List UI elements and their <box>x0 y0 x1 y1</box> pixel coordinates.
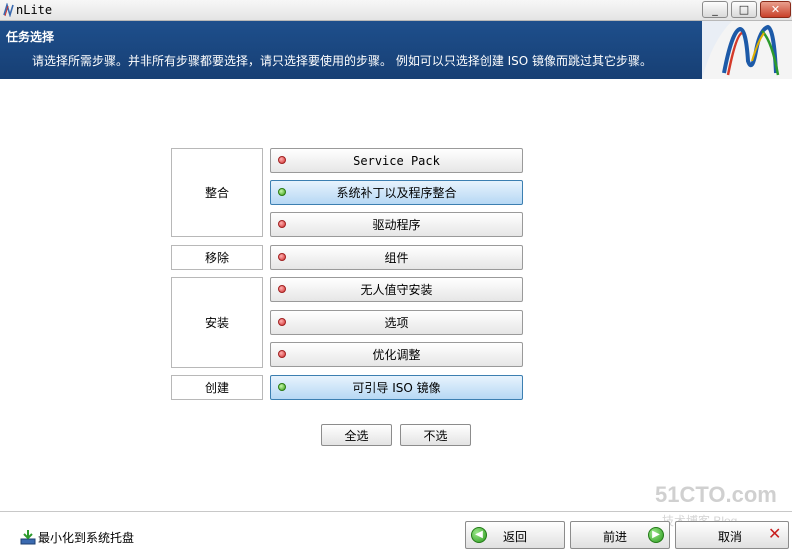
task-options-button[interactable]: 选项 <box>270 310 523 335</box>
select-all-button[interactable]: 全选 <box>321 424 392 446</box>
back-arrow-icon: ◀ <box>471 527 487 543</box>
status-dot-icon <box>278 318 286 326</box>
task-drivers-button[interactable]: 驱动程序 <box>270 212 523 237</box>
back-label: 返回 <box>503 530 528 544</box>
task-components-button[interactable]: 组件 <box>270 245 523 270</box>
nlite-logo-icon <box>702 21 792 79</box>
status-dot-icon <box>278 350 286 358</box>
cancel-x-icon: ✕ <box>768 524 782 543</box>
task-label: 驱动程序 <box>372 218 421 232</box>
page-title: 任务选择 <box>6 30 55 44</box>
minimize-to-tray-button[interactable]: 最小化到系统托盘 <box>20 528 134 546</box>
status-dot-icon <box>278 220 286 228</box>
back-button[interactable]: ◀ 返回 <box>465 521 565 549</box>
status-dot-icon <box>278 156 286 164</box>
task-bootable-iso-button[interactable]: 可引导 ISO 镜像 <box>270 375 523 400</box>
next-label: 前进 <box>603 530 628 544</box>
task-label: 选项 <box>384 316 409 330</box>
status-dot-icon <box>278 253 286 261</box>
select-none-button[interactable]: 不选 <box>400 424 471 446</box>
next-button[interactable]: 前进 ▶ <box>570 521 670 549</box>
tray-download-icon <box>20 530 36 545</box>
task-label: 优化调整 <box>372 348 421 362</box>
footer-divider <box>0 511 792 512</box>
title-bar: nLite _ □ ✕ <box>0 0 792 21</box>
cancel-button[interactable]: 取消 ✕ <box>675 521 789 549</box>
page-header: 任务选择 请选择所需步骤。并非所有步骤都要选择，请只选择要使用的步骤。 例如可以… <box>0 21 792 79</box>
task-label: 无人值守安装 <box>360 283 433 297</box>
close-button[interactable]: ✕ <box>760 1 791 18</box>
page-description: 请选择所需步骤。并非所有步骤都要选择，请只选择要使用的步骤。 例如可以只选择创建… <box>32 54 653 68</box>
task-hotfixes-button[interactable]: 系统补丁以及程序整合 <box>270 180 523 205</box>
watermark-text: 51CTO.com <box>655 482 777 507</box>
task-label: Service Pack <box>353 153 440 168</box>
group-label-install: 安装 <box>171 277 263 368</box>
minimize-button[interactable]: _ <box>702 1 728 18</box>
nlite-app-icon <box>3 3 14 17</box>
status-dot-icon <box>278 383 286 391</box>
task-tweaks-button[interactable]: 优化调整 <box>270 342 523 367</box>
task-service-pack-button[interactable]: Service Pack <box>270 148 523 173</box>
cancel-label: 取消 <box>718 530 743 544</box>
maximize-icon: □ <box>738 3 750 16</box>
close-icon: ✕ <box>770 3 781 16</box>
task-unattended-button[interactable]: 无人值守安装 <box>270 277 523 302</box>
group-label-integrate: 整合 <box>171 148 263 237</box>
task-label: 系统补丁以及程序整合 <box>336 186 457 200</box>
task-label: 组件 <box>384 251 409 265</box>
maximize-button[interactable]: □ <box>731 1 757 18</box>
minimize-to-tray-label: 最小化到系统托盘 <box>38 530 135 545</box>
next-arrow-icon: ▶ <box>648 527 664 543</box>
task-label: 可引导 ISO 镜像 <box>352 381 441 395</box>
window-title: nLite <box>16 3 53 17</box>
group-label-remove: 移除 <box>171 245 263 270</box>
status-dot-icon <box>278 285 286 293</box>
minimize-icon: _ <box>712 3 718 16</box>
group-label-create: 创建 <box>171 375 263 400</box>
status-dot-icon <box>278 188 286 196</box>
